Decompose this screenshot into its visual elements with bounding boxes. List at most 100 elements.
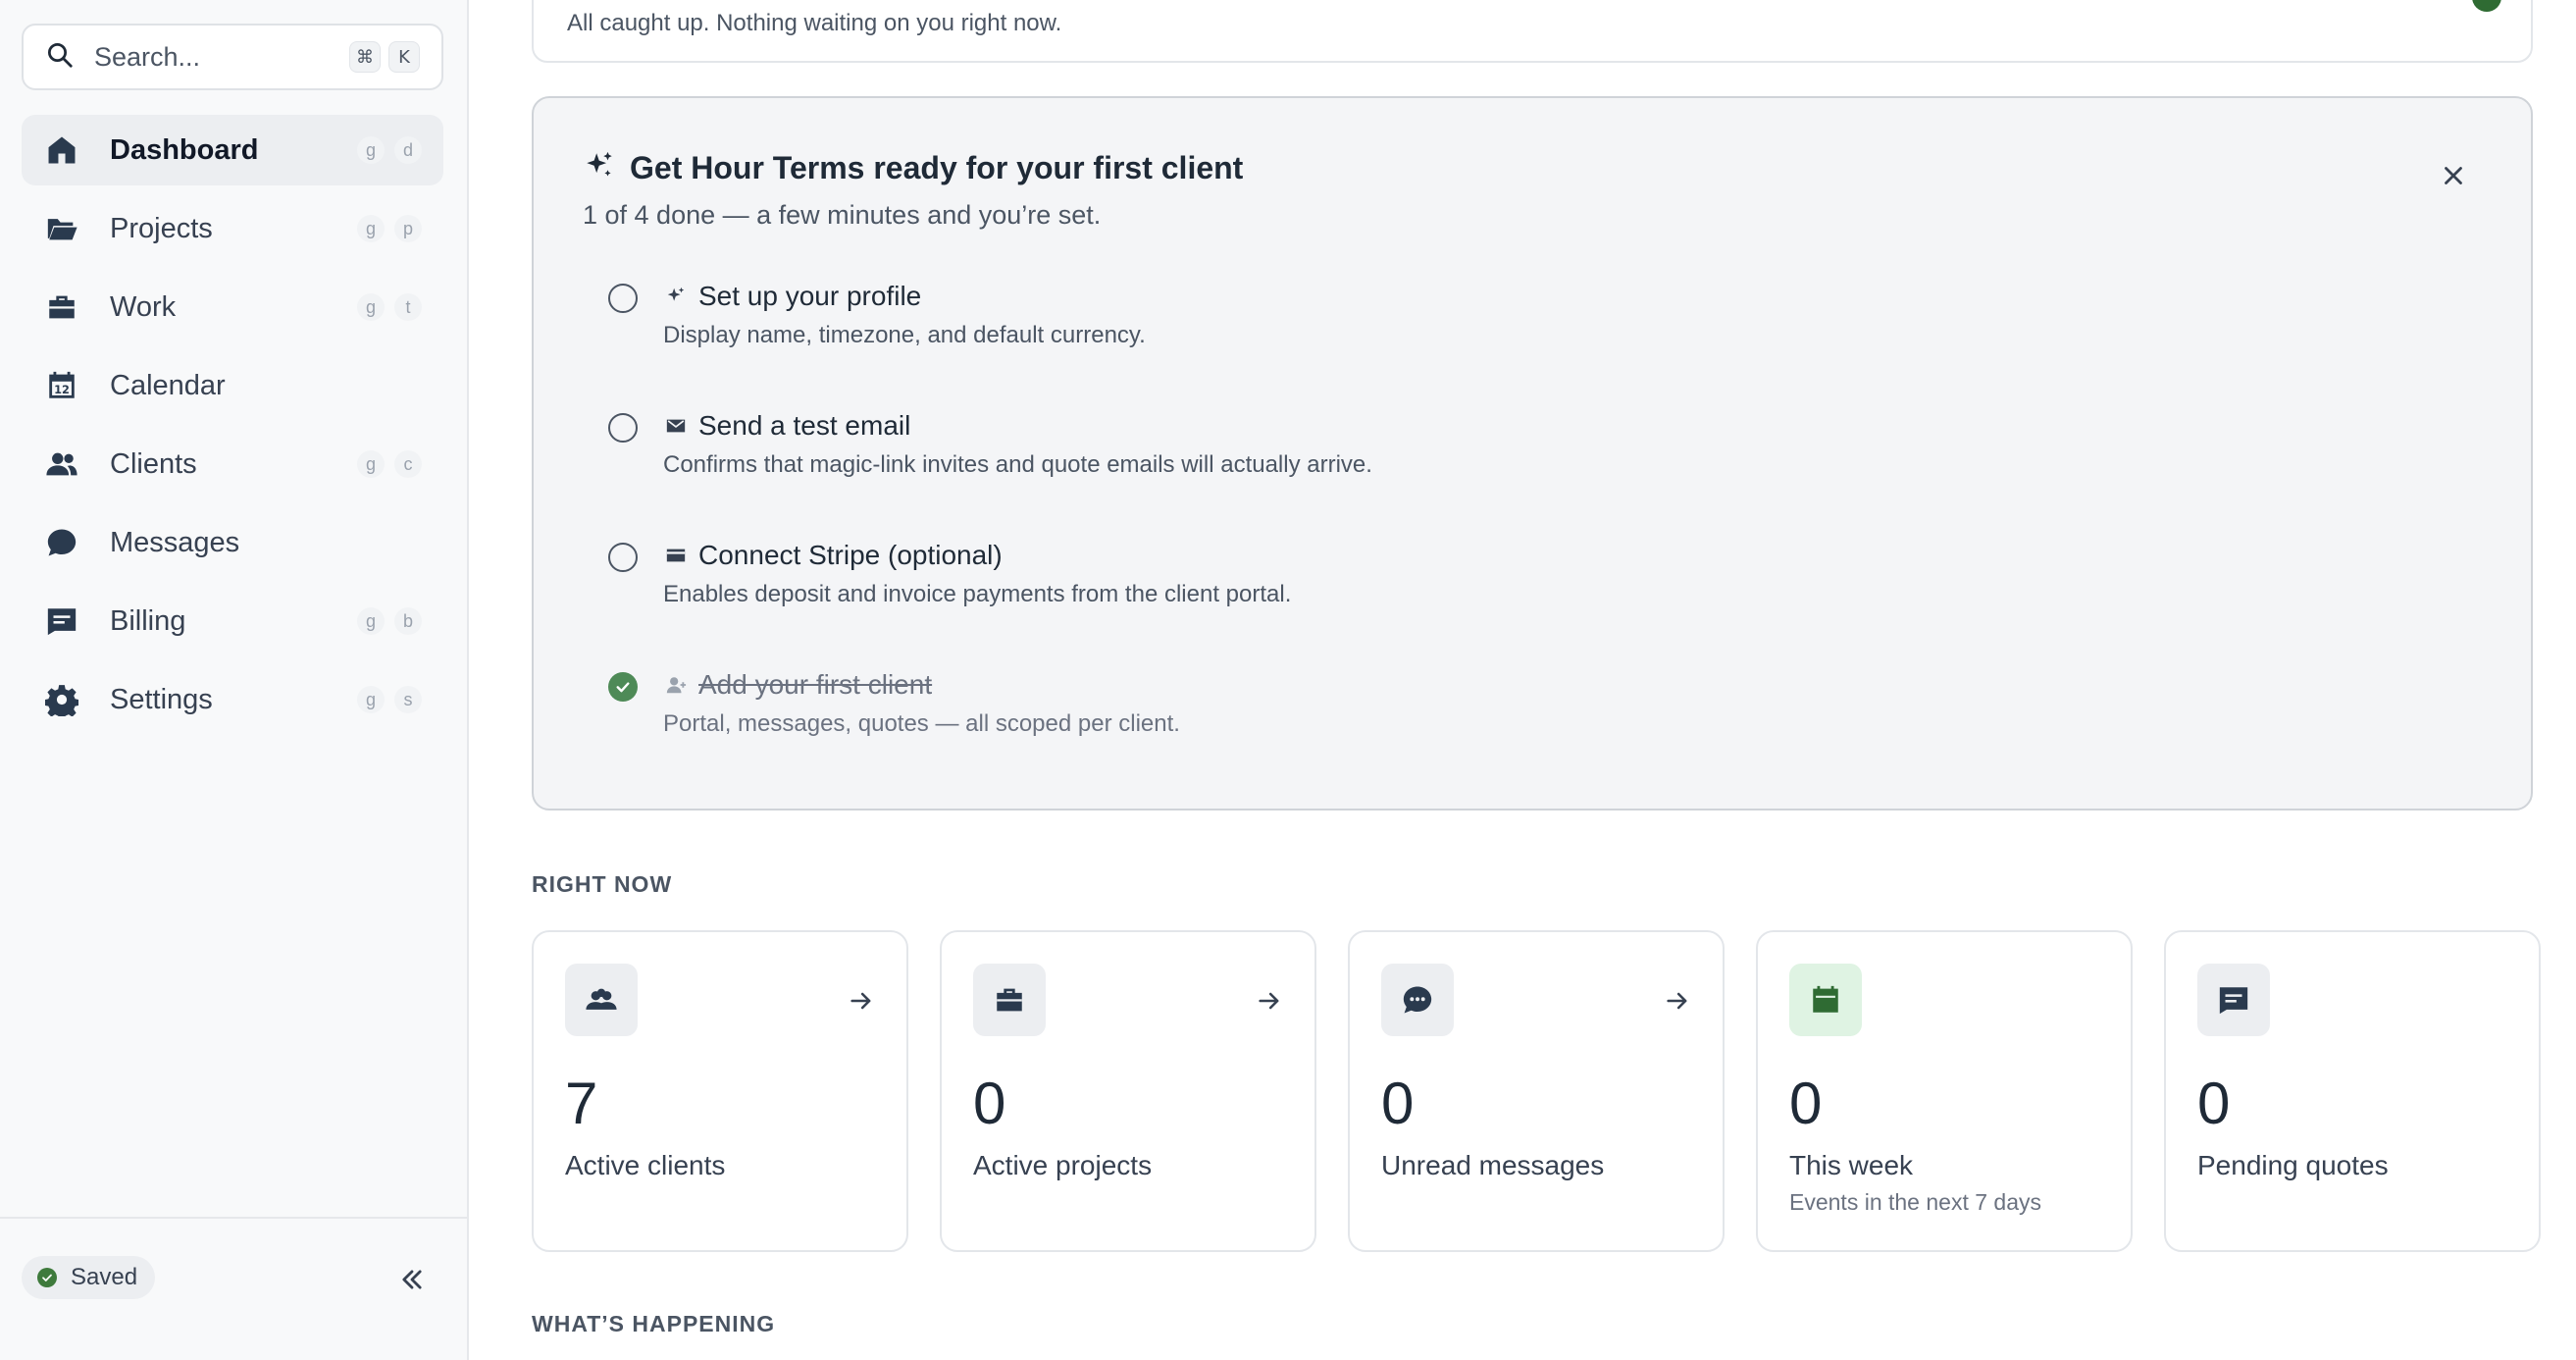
search-icon: [45, 40, 75, 75]
task-add-first-client[interactable]: Add your first client Portal, messages, …: [608, 669, 2374, 799]
arrow-right-icon: [1667, 992, 1687, 1010]
sidebar: Search... ⌘ K Dashboard gd Projects gp W…: [0, 0, 469, 1360]
section-heading-right-now: RIGHT NOW: [532, 871, 673, 897]
sidebar-item-label: Dashboard: [110, 133, 259, 166]
chat-dots-icon: [1381, 964, 1454, 1036]
stat-label: Pending quotes: [2197, 1150, 2389, 1180]
briefcase-icon: [973, 964, 1046, 1036]
sidebar-item-messages[interactable]: Messages: [22, 507, 443, 578]
arrow-right-icon: [850, 992, 871, 1010]
task-checkbox[interactable]: [608, 284, 638, 313]
folder-icon: [43, 210, 80, 247]
sidebar-item-dashboard[interactable]: Dashboard gd: [22, 115, 443, 185]
shortcut-hint: gc: [357, 450, 422, 478]
sidebar-item-label: Clients: [110, 447, 197, 480]
arrow-right-icon: [1259, 992, 1279, 1010]
task-checkbox[interactable]: [608, 543, 638, 572]
status-card: All caught up. Nothing waiting on you ri…: [532, 0, 2533, 63]
home-icon: [43, 131, 80, 169]
task-title: Set up your profile: [698, 281, 922, 311]
collapse-sidebar-button[interactable]: [392, 1260, 432, 1299]
svg-text:12: 12: [54, 383, 70, 396]
sidebar-footer: Saved: [0, 1217, 467, 1360]
task-title: Send a test email: [698, 410, 911, 441]
main-content: All caught up. Nothing waiting on you ri…: [469, 0, 2576, 1360]
stat-value: 7: [565, 1071, 598, 1136]
stat-card-unread-messages[interactable]: 0 Unread messages: [1348, 930, 1725, 1252]
stat-label: Active clients: [565, 1150, 726, 1180]
task-description: Confirms that magic-link invites and quo…: [663, 451, 1372, 478]
stat-card-active-projects[interactable]: 0 Active projects: [940, 930, 1316, 1252]
sidebar-item-billing[interactable]: Billing gb: [22, 586, 443, 656]
task-title: Add your first client: [698, 669, 933, 700]
shortcut-key-cmd: ⌘: [349, 41, 381, 73]
stat-card-pending-quotes[interactable]: 0 Pending quotes: [2164, 930, 2541, 1252]
mail-icon: [663, 413, 689, 439]
search-placeholder: Search...: [94, 41, 201, 72]
stat-label: This week: [1789, 1150, 1914, 1180]
sparkle-icon: [663, 284, 689, 309]
sidebar-item-label: Messages: [110, 526, 240, 558]
sidebar-item-settings[interactable]: Settings gs: [22, 664, 443, 735]
chevrons-left-icon: [402, 1270, 422, 1289]
sidebar-item-calendar[interactable]: 12 Calendar: [22, 350, 443, 421]
sidebar-item-label: Settings: [110, 683, 213, 715]
card-icon: [663, 543, 689, 568]
onboarding-task-list: Set up your profile Display name, timezo…: [608, 281, 2374, 799]
briefcase-icon: [43, 288, 80, 326]
shortcut-hint: gt: [357, 293, 422, 321]
shortcut-hint: gs: [357, 686, 422, 713]
billing-icon: [43, 602, 80, 640]
sidebar-item-label: Work: [110, 290, 177, 323]
saved-label: Saved: [71, 1264, 138, 1290]
check-icon: [37, 1268, 57, 1287]
dismiss-onboarding-button[interactable]: [2439, 161, 2468, 190]
stat-label: Unread messages: [1381, 1150, 1605, 1180]
sidebar-item-label: Billing: [110, 604, 186, 637]
status-text: All caught up. Nothing waiting on you ri…: [567, 10, 1062, 36]
chat-bubble-icon: [43, 524, 80, 561]
user-add-icon: [663, 672, 689, 698]
calendar-icon: 12: [43, 367, 80, 404]
stat-value: 0: [2197, 1071, 2231, 1136]
sidebar-item-work[interactable]: Work gt: [22, 272, 443, 342]
shortcut-hint: gb: [357, 607, 422, 635]
shortcut-key-k: K: [388, 41, 420, 73]
sidebar-item-label: Projects: [110, 212, 213, 244]
sidebar-item-projects[interactable]: Projects gp: [22, 193, 443, 264]
task-send-test-email[interactable]: Send a test email Confirms that magic-li…: [608, 410, 2374, 540]
stat-cards: 7 Active clients 0 Active projects 0 Unr…: [532, 930, 2541, 1252]
task-checkbox-checked[interactable]: [608, 672, 638, 702]
gear-icon: [43, 681, 80, 718]
stat-value: 0: [1789, 1071, 1823, 1136]
stat-sublabel: Events in the next 7 days: [1789, 1189, 2041, 1215]
stat-card-active-clients[interactable]: 7 Active clients: [532, 930, 908, 1252]
onboarding-title: Get Hour Terms ready for your first clie…: [583, 149, 1243, 187]
onboarding-checklist: Get Hour Terms ready for your first clie…: [532, 96, 2533, 811]
task-description: Display name, timezone, and default curr…: [663, 322, 1146, 348]
stat-value: 0: [973, 1071, 1006, 1136]
saved-status-badge: Saved: [22, 1256, 156, 1299]
task-title: Connect Stripe (optional): [698, 540, 1003, 570]
task-description: Portal, messages, quotes — all scoped pe…: [663, 710, 1180, 737]
users-icon: [43, 445, 80, 483]
sidebar-nav: Dashboard gd Projects gp Work gt 12 Cale…: [22, 115, 443, 743]
sidebar-item-label: Calendar: [110, 369, 226, 401]
stat-label: Active projects: [973, 1150, 1153, 1180]
users-icon: [565, 964, 638, 1036]
shortcut-hint: gd: [357, 136, 422, 164]
search-input[interactable]: Search... ⌘ K: [22, 24, 443, 90]
section-heading-whats-happening: WHAT’S HAPPENING: [532, 1311, 776, 1336]
stat-card-this-week[interactable]: 0 This week Events in the next 7 days: [1756, 930, 2133, 1252]
task-description: Enables deposit and invoice payments fro…: [663, 581, 1292, 607]
task-connect-stripe[interactable]: Connect Stripe (optional) Enables deposi…: [608, 540, 2374, 669]
sidebar-item-clients[interactable]: Clients gc: [22, 429, 443, 499]
close-icon: [2445, 167, 2462, 184]
check-circle-icon: [2472, 0, 2501, 12]
task-setup-profile[interactable]: Set up your profile Display name, timezo…: [608, 281, 2374, 410]
stat-value: 0: [1381, 1071, 1415, 1136]
shortcut-hint: gp: [357, 215, 422, 242]
quote-icon: [2197, 964, 2270, 1036]
task-checkbox[interactable]: [608, 413, 638, 443]
onboarding-progress: 1 of 4 done — a few minutes and you’re s…: [583, 200, 1102, 230]
